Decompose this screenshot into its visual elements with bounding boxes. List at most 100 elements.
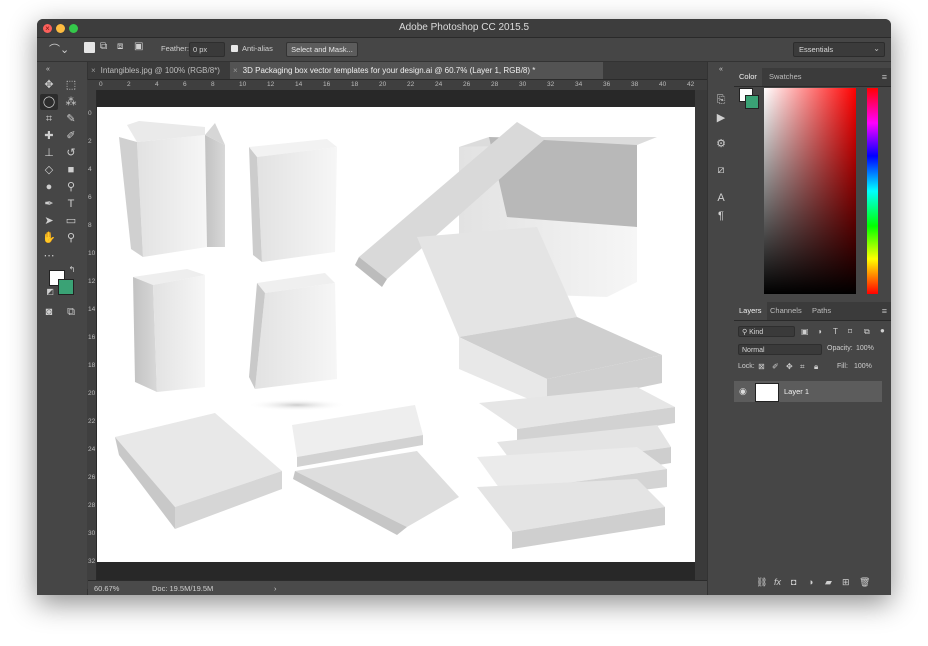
close-tab-icon[interactable]: × [233, 66, 238, 75]
history-panel-icon[interactable]: ⎘ [713, 92, 729, 108]
lasso-tool-icon[interactable]: ◯ [40, 94, 58, 110]
intersect-selection-icon[interactable]: ▣ [134, 41, 143, 52]
ruler-tick: 32 [547, 81, 555, 88]
gradient-tool-icon[interactable]: ■ [62, 162, 80, 178]
filter-pixel-icon[interactable]: ▣ [801, 327, 809, 336]
lock-artboard-icon[interactable]: ⌗ [800, 362, 805, 372]
tab-packaging[interactable]: × 3D Packaging box vector templates for y… [230, 62, 603, 79]
fill-value[interactable]: 100% [854, 363, 872, 370]
vertical-scrollbar[interactable] [695, 90, 707, 580]
marquee-tool-icon[interactable]: ⬚ [62, 77, 80, 93]
actions-panel-icon[interactable]: ▶ [713, 110, 729, 126]
dodge-tool-icon[interactable]: ⚲ [62, 179, 80, 195]
color-background-swatch[interactable] [745, 95, 759, 109]
zoom-tool-icon[interactable]: ⚲ [62, 230, 80, 246]
lock-all-icon[interactable]: 🔒︎ [814, 362, 818, 372]
swap-colors-icon[interactable]: ↰ [63, 262, 81, 278]
lock-pixels-icon[interactable]: ✐ [772, 362, 779, 371]
filter-adjustment-icon[interactable]: ◑ [817, 327, 822, 336]
adjustment-layer-icon[interactable]: ◑ [808, 577, 813, 587]
screen-mode-icon[interactable]: ⧉ [62, 304, 80, 320]
tab-color[interactable]: Color [734, 68, 762, 86]
ruler-tick: 8 [211, 81, 215, 88]
zoom-level[interactable]: 60.67% [94, 584, 119, 593]
workspace-value: Essentials [799, 45, 834, 54]
eraser-tool-icon[interactable]: ◇ [40, 162, 58, 178]
pen-tool-icon[interactable]: ✒ [40, 196, 58, 212]
tab-swatches[interactable]: Swatches [764, 68, 807, 86]
tab-intangibles[interactable]: × Intangibles.jpg @ 100% (RGB/8*) [88, 62, 231, 79]
clone-source-panel-icon[interactable]: ⧄ [713, 162, 729, 178]
hue-slider[interactable] [867, 88, 878, 294]
new-group-icon[interactable]: ▰ [825, 577, 832, 588]
lasso-preset-icon[interactable]: ⌒⌄ [49, 41, 69, 57]
adjustments-panel-icon[interactable]: ⚙ [713, 136, 729, 152]
lock-position-icon[interactable]: ✥ [786, 362, 793, 371]
lock-transparency-icon[interactable]: ⊠ [758, 362, 765, 371]
ruler-tick: 10 [88, 250, 96, 257]
filter-smart-object-icon[interactable]: ⧉ [864, 327, 870, 337]
crop-tool-icon[interactable]: ⌗ [40, 111, 58, 127]
magic-wand-tool-icon[interactable]: ⁂ [62, 94, 80, 110]
rectangle-tool-icon[interactable]: ▭ [62, 213, 80, 229]
status-menu-arrow-icon[interactable]: › [274, 584, 277, 593]
layer-name[interactable]: Layer 1 [784, 387, 809, 396]
healing-brush-tool-icon[interactable]: ✚ [40, 128, 58, 144]
feather-field[interactable]: 0 px [189, 42, 225, 57]
kind-filter-select[interactable]: ⚲ Kind [738, 326, 795, 337]
opacity-value[interactable]: 100% [856, 345, 874, 352]
layer-row[interactable]: ◉ Layer 1 [734, 381, 882, 402]
type-tool-icon[interactable]: T [62, 196, 80, 212]
link-layers-icon[interactable]: ⛓ [756, 577, 767, 588]
move-tool-icon[interactable]: ✥ [40, 77, 58, 93]
background-color-swatch[interactable] [58, 279, 74, 295]
tab-layers[interactable]: Layers [734, 302, 767, 320]
ruler-tick: 26 [88, 474, 96, 481]
add-to-selection-icon[interactable]: ⧉ [100, 41, 107, 52]
blend-mode-select[interactable]: Normal [738, 344, 822, 355]
ruler-tick: 36 [603, 81, 611, 88]
quick-mask-icon[interactable]: ◙ [40, 304, 58, 320]
add-mask-icon[interactable]: ◘ [791, 577, 796, 587]
brush-tool-icon[interactable]: ✐ [62, 128, 80, 144]
eye-icon[interactable]: ◉ [739, 386, 747, 397]
subtract-selection-icon[interactable]: ⧈ [117, 41, 123, 52]
ruler-tick: 34 [575, 81, 583, 88]
color-field[interactable] [764, 88, 856, 294]
path-selection-tool-icon[interactable]: ➤ [40, 213, 58, 229]
clone-stamp-tool-icon[interactable]: ⊥ [40, 145, 58, 161]
new-layer-icon[interactable]: ⊞ [842, 577, 850, 588]
paragraph-panel-icon[interactable]: ¶ [713, 208, 729, 224]
hand-tool-icon[interactable]: ✋ [40, 230, 58, 246]
panel-menu-icon[interactable]: ≡ [882, 306, 887, 316]
collapse-arrows-icon[interactable]: « [39, 62, 57, 78]
default-colors-icon[interactable]: ◩ [41, 284, 59, 300]
ruler-tick: 2 [127, 81, 131, 88]
canvas-area[interactable] [97, 90, 695, 580]
tab-channels[interactable]: Channels [765, 302, 807, 320]
status-bar: 60.67% Doc: 19.5M/19.5M › [88, 580, 707, 595]
tab-paths[interactable]: Paths [807, 302, 836, 320]
fx-icon[interactable]: fx [774, 577, 781, 587]
filter-toggle-icon[interactable]: ● [880, 326, 885, 335]
document-canvas[interactable] [97, 107, 695, 562]
filter-shape-icon[interactable]: ⌑ [848, 327, 852, 336]
blur-tool-icon[interactable]: ● [40, 179, 58, 195]
close-tab-icon[interactable]: × [91, 66, 96, 75]
workspace-select[interactable]: Essentials ⌄ [793, 42, 885, 57]
ruler-tick: 30 [519, 81, 527, 88]
trash-icon[interactable]: 🗑︎ [859, 577, 870, 588]
filter-type-icon[interactable]: T [833, 327, 838, 336]
fill-label: Fill: [837, 363, 848, 370]
character-panel-icon[interactable]: A [713, 190, 729, 206]
expand-arrows-icon[interactable]: « [713, 62, 729, 78]
new-selection-icon[interactable] [84, 42, 95, 53]
eyedropper-tool-icon[interactable]: ✎ [62, 111, 80, 127]
history-brush-tool-icon[interactable]: ↺ [62, 145, 80, 161]
ruler-tick: 14 [295, 81, 303, 88]
antialias-checkbox[interactable] [231, 45, 238, 52]
narrow-box-left [133, 269, 205, 392]
more-tools-icon[interactable]: ⋯ [40, 248, 58, 264]
panel-menu-icon[interactable]: ≡ [882, 72, 887, 82]
select-and-mask-button[interactable]: Select and Mask... [286, 42, 358, 57]
